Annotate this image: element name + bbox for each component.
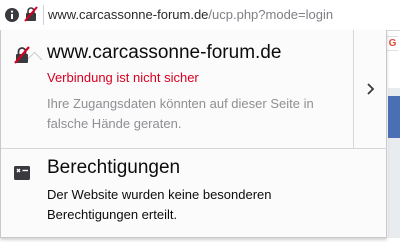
connection-description: Ihre Zugangsdaten könnten auf dieser Sei…: [47, 96, 314, 131]
connection-details-button[interactable]: [353, 30, 387, 148]
permissions-title: Berechtigungen: [47, 157, 181, 178]
url-bar[interactable]: www.carcassonne-forum.de/ucp.php?mode=lo…: [0, 0, 400, 31]
permissions-description: Der Website wurden keine besonderen Bere…: [47, 187, 272, 222]
url-path: /ucp.php?mode=login: [208, 7, 334, 22]
extension-badge[interactable]: G: [386, 36, 398, 51]
permissions-icon: [13, 164, 31, 182]
connection-section: www.carcassonne-forum.de Verbindung ist …: [1, 30, 353, 148]
connection-warning: Verbindung ist nicht sicher: [47, 70, 199, 85]
url-text[interactable]: www.carcassonne-forum.de/ucp.php?mode=lo…: [48, 7, 333, 22]
insecure-lock-icon[interactable]: [23, 6, 39, 22]
page-background-accent: [388, 96, 400, 138]
insecure-lock-icon: [13, 46, 31, 64]
permissions-section: Berechtigungen Der Website wurden keine …: [1, 149, 387, 238]
connection-host: www.carcassonne-forum.de: [47, 42, 282, 63]
info-icon[interactable]: [4, 7, 20, 23]
site-identity-popup: www.carcassonne-forum.de Verbindung ist …: [0, 30, 387, 238]
url-bar-separator: [43, 5, 44, 25]
url-host: www.carcassonne-forum.de: [48, 7, 209, 22]
chevron-right-icon: [367, 83, 375, 95]
